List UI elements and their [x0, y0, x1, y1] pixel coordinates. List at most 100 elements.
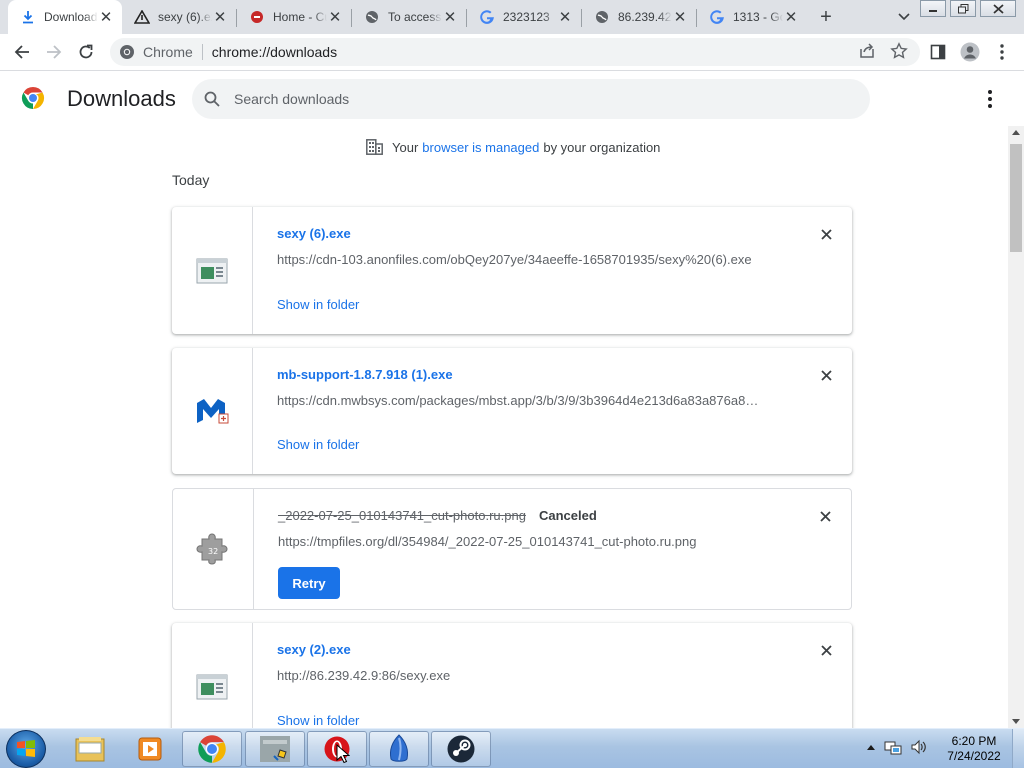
file-icon-column [172, 623, 253, 728]
windows-taskbar: 6:20 PM 7/24/2022 [0, 728, 1024, 768]
file-name-link[interactable]: mb-support-1.8.7.918 (1).exe [277, 367, 453, 382]
volume-icon[interactable] [910, 739, 928, 755]
scrollbar-thumb[interactable] [1010, 144, 1022, 252]
remove-item-button[interactable] [817, 508, 833, 524]
file-name-link[interactable]: sexy (6).exe [277, 226, 351, 241]
tab-strip: Downloads ✕ sexy (6).exe ✕ Home - Cut ✕ … [0, 0, 1024, 34]
file-url[interactable]: http://86.239.42.9:86/sexy.exe [277, 668, 450, 683]
date-heading: Today [172, 172, 210, 188]
tab-ip-address[interactable]: 86.239.42 ✕ [582, 0, 696, 34]
scroll-down-arrow-icon[interactable] [1012, 719, 1020, 724]
chrome-icon [198, 735, 226, 763]
close-icon[interactable]: ✕ [783, 9, 799, 26]
remove-item-button[interactable] [818, 226, 834, 242]
back-button[interactable] [10, 40, 34, 64]
taskbar-media-player[interactable] [120, 731, 180, 767]
new-tab-button[interactable]: + [814, 6, 838, 28]
show-in-folder-link[interactable]: Show in folder [277, 713, 359, 728]
taskbar-explorer[interactable] [60, 731, 120, 767]
show-in-folder-link[interactable]: Show in folder [277, 297, 359, 312]
file-url[interactable]: https://tmpfiles.org/dl/354984/_2022-07-… [278, 534, 696, 549]
globe-icon [364, 9, 380, 25]
tab-cutphoto[interactable]: Home - Cut ✕ [237, 0, 351, 34]
show-desktop-button[interactable] [1012, 729, 1024, 768]
page-title: Downloads [67, 86, 176, 111]
remove-item-button[interactable] [818, 367, 834, 383]
retry-button[interactable]: Retry [278, 567, 340, 599]
network-icon[interactable] [884, 739, 902, 755]
page-scrollbar[interactable] [1008, 126, 1024, 728]
side-panel-icon [930, 44, 946, 60]
taskbar-unknown-program[interactable] [245, 731, 305, 767]
restore-button[interactable] [950, 0, 976, 17]
omnibox-divider [201, 44, 203, 60]
address-bar[interactable]: Chrome chrome://downloads [110, 38, 920, 66]
close-icon[interactable]: ✕ [442, 9, 458, 26]
building-icon [366, 139, 383, 155]
close-icon [992, 3, 1004, 14]
managed-suffix: by your organization [543, 139, 661, 155]
tab-google-2323123[interactable]: 2323123 ✕ [467, 0, 581, 34]
tab-downloads[interactable]: Downloads ✕ [8, 0, 122, 34]
file-url[interactable]: https://cdn.mwbsys.com/packages/mbst.app… [277, 393, 758, 408]
taskbar-opera[interactable] [307, 731, 367, 767]
chrome-icon [119, 44, 135, 60]
chevron-down-icon [898, 13, 910, 21]
window-close-button[interactable] [980, 0, 1016, 17]
close-icon[interactable]: ✕ [98, 9, 114, 26]
show-in-folder-link[interactable]: Show in folder [277, 437, 359, 452]
close-icon [819, 510, 831, 522]
chrome-logo-icon [21, 86, 45, 110]
more-vert-icon [1000, 44, 1004, 60]
close-icon [820, 644, 832, 656]
tab-title: sexy (6).exe [158, 10, 212, 24]
close-icon[interactable]: ✕ [672, 9, 688, 26]
tab-anonfiles[interactable]: sexy (6).exe ✕ [122, 0, 236, 34]
downloads-list-area: Your browser is managed by your organiza… [0, 126, 1008, 728]
downloads-menu-button[interactable] [980, 88, 1000, 110]
tab-google-1313[interactable]: 1313 - Go ✕ [697, 0, 807, 34]
bookmark-star-icon[interactable] [890, 42, 908, 63]
close-icon[interactable]: ✕ [327, 9, 343, 26]
malwarebytes-icon [197, 399, 229, 424]
close-icon[interactable]: ✕ [212, 9, 228, 26]
exe-file-icon [196, 258, 228, 283]
forward-button[interactable] [42, 40, 66, 64]
tab-to-access[interactable]: To access ✕ [352, 0, 466, 34]
file-name-link: _2022-07-25_010143741_cut-photo.ru.png [278, 508, 526, 523]
profile-button[interactable] [958, 40, 982, 64]
tab-title: To access [388, 10, 442, 24]
search-bar[interactable] [192, 79, 870, 119]
scroll-up-arrow-icon[interactable] [1012, 130, 1020, 135]
file-url[interactable]: https://cdn-103.anonfiles.com/obQey207ye… [277, 252, 752, 267]
file-icon-column [172, 348, 253, 474]
close-icon[interactable]: ✕ [557, 9, 573, 26]
remove-item-button[interactable] [818, 642, 834, 658]
file-name-link[interactable]: sexy (2).exe [277, 642, 351, 657]
download-item-canceled: 32 _2022-07-25_010143741_cut-photo.ru.pn… [172, 488, 852, 610]
side-panel-button[interactable] [926, 40, 950, 64]
show-hidden-icons-icon[interactable] [866, 743, 876, 751]
close-icon [820, 228, 832, 240]
share-icon[interactable] [858, 42, 876, 63]
google-icon [479, 9, 495, 25]
managed-link[interactable]: browser is managed [422, 140, 539, 155]
puzzle-piece-icon: 32 [196, 533, 228, 565]
arrow-left-icon [14, 45, 29, 59]
tab-title: 2323123 [503, 10, 550, 24]
tab-search-button[interactable] [893, 7, 915, 27]
minimize-button[interactable] [920, 0, 946, 17]
managed-prefix: Your [392, 139, 419, 155]
browser-toolbar: Chrome chrome://downloads [0, 34, 1024, 71]
taskbar-chrome[interactable] [182, 731, 242, 767]
arrow-right-icon [47, 45, 62, 59]
search-input[interactable] [234, 91, 834, 107]
tab-title: 1313 - Go [733, 10, 783, 24]
taskbar-unknown-blue[interactable] [369, 731, 429, 767]
taskbar-clock[interactable]: 6:20 PM 7/24/2022 [942, 734, 1006, 764]
url-text: chrome://downloads [211, 44, 338, 60]
chrome-menu-button[interactable] [990, 40, 1014, 64]
start-button[interactable] [6, 730, 46, 768]
taskbar-steam[interactable] [431, 731, 491, 767]
reload-button[interactable] [74, 40, 98, 64]
